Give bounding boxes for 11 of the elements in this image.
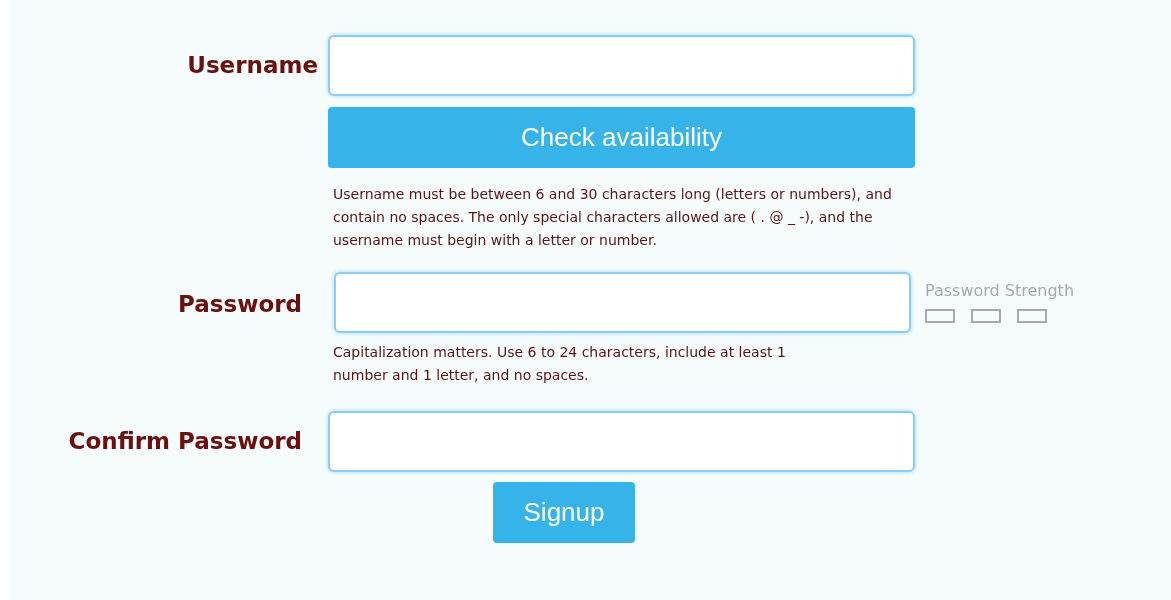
- signup-button[interactable]: Signup: [493, 482, 635, 543]
- help-text: Capitalization matters. Use 6 to 24 characters, include at least 1 number and 1 letter, and no spaces.: [333, 343, 787, 385]
- password-strength-label: Password Strength: [925, 280, 1075, 302]
- check-availability-button[interactable]: Check availability: [328, 107, 915, 168]
- input-field[interactable]: [334, 272, 911, 333]
- help-text: Username must be between 6 and 30 characters long (letters or numbers), and contain no spaces. The only special characters allowed are ( . @ _ -), and the username must begin with a letter or number.: [333, 185, 893, 250]
- input-field[interactable]: [328, 35, 915, 96]
- field-label: Confirm Password: [67, 427, 302, 457]
- input-field[interactable]: [328, 411, 915, 472]
- field-label: Username: [186, 51, 318, 81]
- field-label: Password: [177, 290, 302, 319]
